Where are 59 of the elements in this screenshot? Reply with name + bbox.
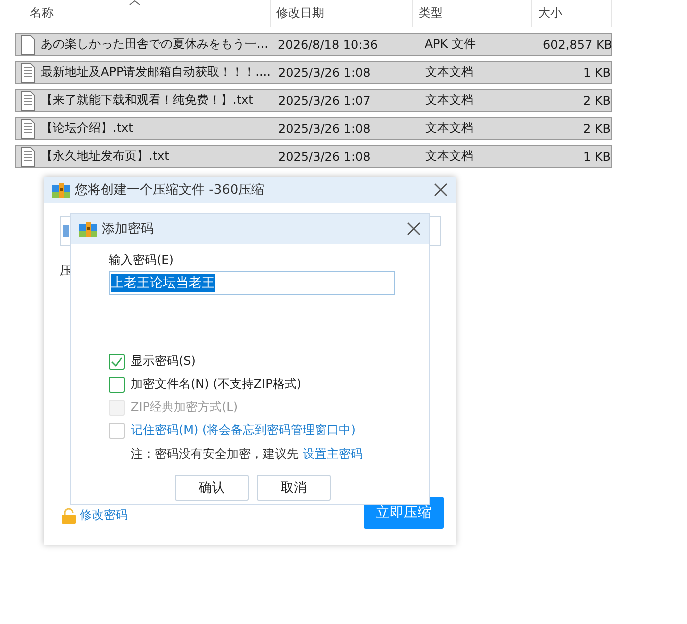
- file-row[interactable]: あの楽しかった田舎での夏休みをもう一... 2026/8/18 10:36 APK 文件 602,857 KB: [15, 33, 612, 56]
- text-file-icon: [20, 90, 36, 110]
- option-label: 显示密码(S): [131, 353, 196, 370]
- file-size: 1 KB: [582, 150, 611, 164]
- window-title: 添加密码: [102, 221, 155, 238]
- window-title: 您将创建一个压缩文件 -360压缩: [75, 182, 266, 199]
- file-date: 2025/3/26 1:07: [278, 94, 372, 108]
- dialog-button[interactable]: 取消: [257, 475, 331, 501]
- password-field[interactable]: 上老王论坛当老王: [109, 271, 395, 295]
- file-name: 【永久地址发布页】.txt: [41, 148, 170, 165]
- file-date: 2026/8/18 10:36: [277, 38, 379, 52]
- lock-icon: [62, 508, 76, 524]
- file-size: 602,857 KB: [543, 38, 611, 52]
- file-size: 2 KB: [582, 94, 611, 108]
- file-date: 2025/3/26 1:08: [278, 122, 372, 136]
- file-date: 2025/3/26 1:08: [278, 150, 372, 164]
- checkbox[interactable]: [109, 376, 125, 392]
- option-link[interactable]: 记住密码(M) (将会备忘到密码管理窗口中): [131, 422, 356, 439]
- file-type: 文本文档: [424, 92, 475, 109]
- file-type: 文本文档: [424, 148, 475, 165]
- file-size: 1 KB: [582, 66, 611, 80]
- file-name: 最新地址及APP请发邮箱自动获取！！！....: [41, 64, 271, 81]
- close-button[interactable]: [405, 220, 423, 238]
- sort-caret-icon: [128, 0, 141, 6]
- column-header[interactable]: 修改日期: [270, 0, 413, 27]
- checkbox[interactable]: [109, 354, 125, 370]
- dialog-button[interactable]: 确认: [175, 475, 249, 501]
- file-name: あの楽しかった田舎での夏休みをもう一...: [41, 36, 268, 53]
- close-icon: [407, 222, 421, 236]
- text-file-icon: [20, 146, 36, 166]
- file-row[interactable]: 【来了就能下载和观看！纯免费！】.txt 2025/3/26 1:07 文本文档 2 KB: [15, 89, 612, 112]
- close-button[interactable]: [432, 181, 450, 199]
- field-label: 输入密码(E): [109, 252, 175, 269]
- file-type: 文本文档: [424, 120, 475, 137]
- file-row[interactable]: 【永久地址发布页】.txt 2025/3/26 1:08 文本文档 1 KB: [15, 145, 612, 168]
- option-label: ZIP经典加密方式(L): [131, 399, 238, 416]
- close-icon: [434, 183, 448, 197]
- check-icon: [111, 356, 123, 366]
- file-name: 【来了就能下载和观看！纯免费！】.txt: [41, 92, 254, 109]
- checkbox[interactable]: [109, 422, 125, 438]
- column-header[interactable]: 名称: [0, 0, 271, 27]
- app-icon: [79, 220, 97, 238]
- column-header[interactable]: 类型: [413, 0, 532, 27]
- file-row[interactable]: 最新地址及APP请发邮箱自动获取！！！.... 2025/3/26 1:08 文本文档 1 KB: [15, 61, 612, 84]
- note-text: 注：密码没有安全加密，建议先: [131, 447, 299, 461]
- file-name: 【论坛介绍】.txt: [41, 120, 134, 137]
- text-file-icon: [20, 118, 36, 138]
- app-icon: [52, 182, 70, 198]
- text-file-icon: [20, 62, 36, 82]
- file-type: APK 文件: [424, 36, 477, 53]
- file-date: 2025/3/26 1:08: [278, 66, 372, 80]
- file-row[interactable]: 【论坛介绍】.txt 2025/3/26 1:08 文本文档 2 KB: [15, 117, 612, 140]
- change-password-link[interactable]: 修改密码: [80, 507, 128, 524]
- file-icon: [20, 34, 36, 54]
- option-label: 加密文件名(N) (不支持ZIP格式): [131, 376, 302, 393]
- set-master-password-link[interactable]: 设置主密码: [303, 447, 363, 461]
- file-type: 文本文档: [424, 64, 475, 81]
- column-header[interactable]: 大小: [532, 0, 612, 27]
- file-size: 2 KB: [582, 122, 611, 136]
